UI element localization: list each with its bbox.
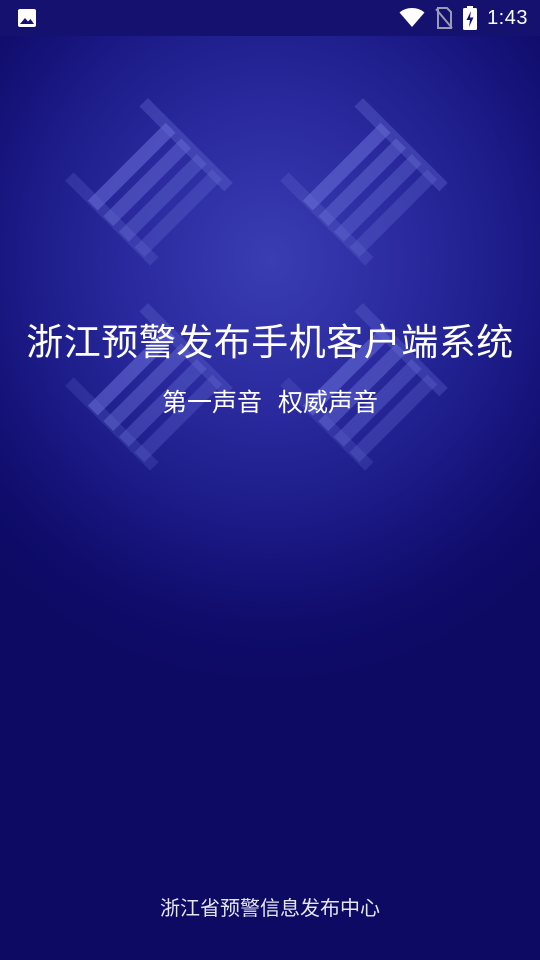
status-bar: 1:43 (0, 0, 540, 36)
app-title: 浙江预警发布手机客户端系统 (26, 321, 514, 364)
gallery-icon (18, 9, 36, 27)
publisher-footer: 浙江省预警信息发布中心 (160, 896, 380, 920)
status-icons: 1:43 (399, 0, 528, 36)
status-time: 1:43 (487, 6, 528, 29)
app-slogan: 第一声音 权威声音 (162, 388, 378, 417)
no-sim-icon (435, 7, 453, 29)
logo-mark (65, 98, 448, 471)
wifi-icon (399, 8, 425, 27)
battery-charging-icon (463, 6, 478, 30)
